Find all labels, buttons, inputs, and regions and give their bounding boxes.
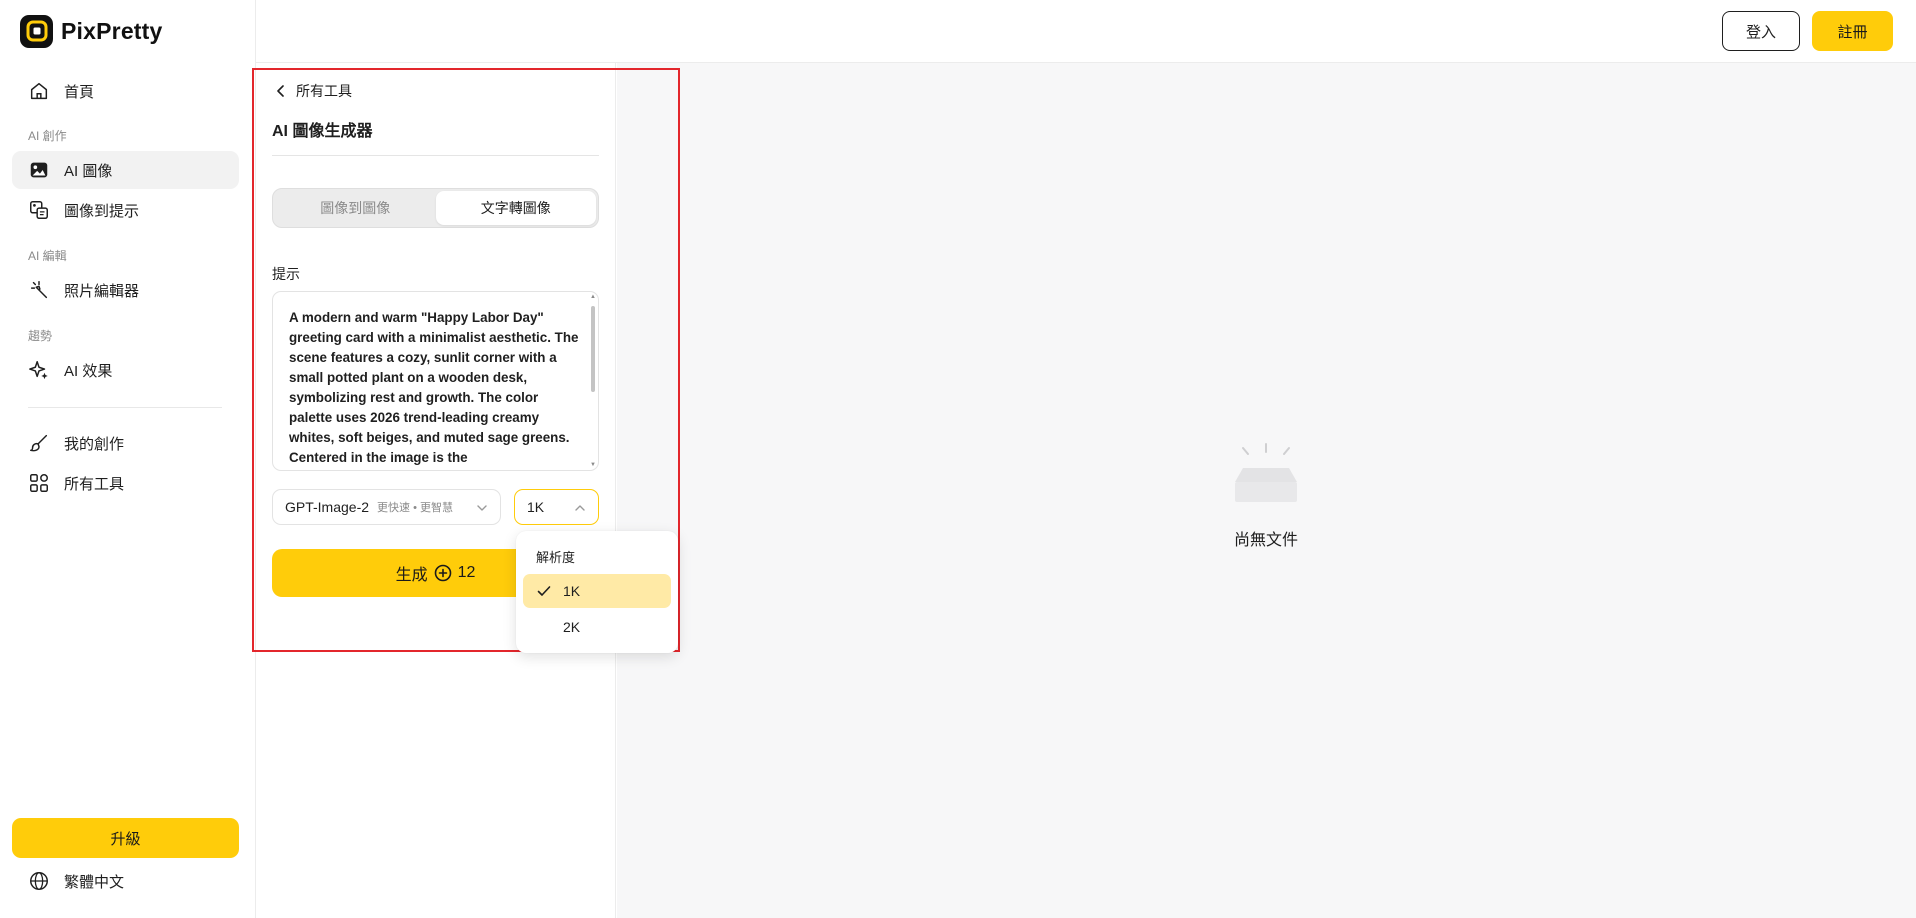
sidebar-item-label: AI 圖像: [64, 162, 113, 180]
logo-icon: [20, 14, 53, 48]
home-icon: [30, 82, 48, 100]
tab-text-to-image[interactable]: 文字轉圖像: [435, 191, 596, 225]
chevron-left-icon: [277, 85, 284, 97]
login-button[interactable]: 登入: [1722, 11, 1800, 51]
tab-image-to-image[interactable]: 圖像到圖像: [275, 191, 436, 225]
scroll-up-icon: ▲: [590, 294, 596, 300]
resolution-dropdown: 解析度 1K 2K: [516, 531, 678, 653]
section-label-ai-create: AI 創作: [28, 129, 67, 143]
top-bar: [256, 0, 1916, 63]
logo-text: PixPretty: [61, 17, 163, 44]
grid-icon: [30, 474, 48, 492]
resolution-select[interactable]: 1K: [514, 489, 599, 525]
panel-divider: [272, 155, 599, 156]
sidebar-item-label: AI 效果: [64, 362, 113, 380]
sidebar: PixPretty 首頁 AI 創作 AI 圖像 圖像到提示 AI 編輯 照片編…: [0, 0, 256, 918]
model-description: 更快速 • 更智慧: [377, 502, 453, 514]
sidebar-item-my-creations[interactable]: 我的創作: [12, 424, 239, 462]
sidebar-item-label: 首頁: [64, 83, 95, 101]
sidebar-item-photo-editor[interactable]: 照片編輯器: [12, 271, 239, 309]
upgrade-button[interactable]: 升級: [12, 818, 239, 858]
back-to-all-tools[interactable]: 所有工具: [276, 80, 352, 102]
sidebar-item-ai-image[interactable]: AI 圖像: [12, 151, 239, 189]
mode-toggle: 圖像到圖像 文字轉圖像: [272, 188, 599, 228]
brush-icon: [30, 434, 48, 452]
prompt-text: A modern and warm "Happy Labor Day" gree…: [289, 310, 579, 465]
prompt-scrollbar[interactable]: ▲ ▼: [590, 294, 596, 468]
image-to-prompt-icon: [30, 201, 48, 219]
language-selector[interactable]: 繁體中文: [12, 862, 239, 900]
section-label-ai-edit: AI 編輯: [28, 249, 67, 263]
prompt-input[interactable]: A modern and warm "Happy Labor Day" gree…: [272, 291, 599, 471]
sidebar-divider: [28, 407, 222, 408]
model-name: GPT-Image-2: [285, 499, 370, 515]
sidebar-item-label: 我的創作: [64, 435, 125, 453]
credit-cost: 12: [457, 564, 476, 581]
option-label: 1K: [563, 583, 581, 599]
logo[interactable]: PixPretty: [20, 14, 163, 48]
scroll-down-icon: ▼: [590, 462, 596, 468]
sidebar-item-label: 所有工具: [64, 475, 125, 493]
dropdown-option-2k[interactable]: 2K: [523, 610, 671, 644]
sparkle-icon: [29, 361, 48, 380]
dropdown-option-1k[interactable]: 1K: [523, 574, 671, 608]
register-button[interactable]: 註冊: [1812, 11, 1893, 51]
dropdown-header: 解析度: [536, 550, 576, 565]
credit-icon: [434, 564, 451, 582]
generate-label: 生成: [395, 567, 428, 584]
image-icon: [30, 162, 48, 178]
option-label: 2K: [563, 619, 581, 635]
check-icon: [537, 586, 551, 596]
globe-icon: [30, 872, 48, 890]
sidebar-item-home[interactable]: 首頁: [12, 72, 239, 110]
sidebar-item-label: 圖像到提示: [64, 202, 140, 220]
model-select[interactable]: GPT-Image-2 更快速 • 更智慧: [272, 489, 501, 525]
prompt-label: 提示: [272, 266, 300, 282]
sidebar-item-image-to-prompt[interactable]: 圖像到提示: [12, 191, 239, 229]
magic-wand-icon: [30, 281, 48, 299]
empty-state-text: 尚無文件: [1233, 532, 1298, 549]
scroll-thumb[interactable]: [591, 306, 595, 392]
section-label-trends: 趨勢: [28, 329, 53, 343]
sidebar-item-label: 照片編輯器: [64, 282, 140, 300]
sidebar-item-ai-effects[interactable]: AI 效果: [12, 351, 239, 389]
app-root: PixPretty 首頁 AI 創作 AI 圖像 圖像到提示 AI 編輯 照片編…: [0, 0, 1916, 918]
back-link-label: 所有工具: [296, 83, 352, 99]
chevron-up-icon: [575, 505, 585, 511]
language-label: 繁體中文: [64, 873, 125, 891]
resolution-value: 1K: [527, 499, 545, 515]
empty-box-icon: [1235, 443, 1297, 502]
page-title: AI 圖像生成器: [272, 123, 373, 140]
empty-state: 尚無文件: [1216, 440, 1316, 550]
sidebar-item-all-tools[interactable]: 所有工具: [12, 464, 239, 502]
chevron-down-icon: [477, 505, 487, 511]
